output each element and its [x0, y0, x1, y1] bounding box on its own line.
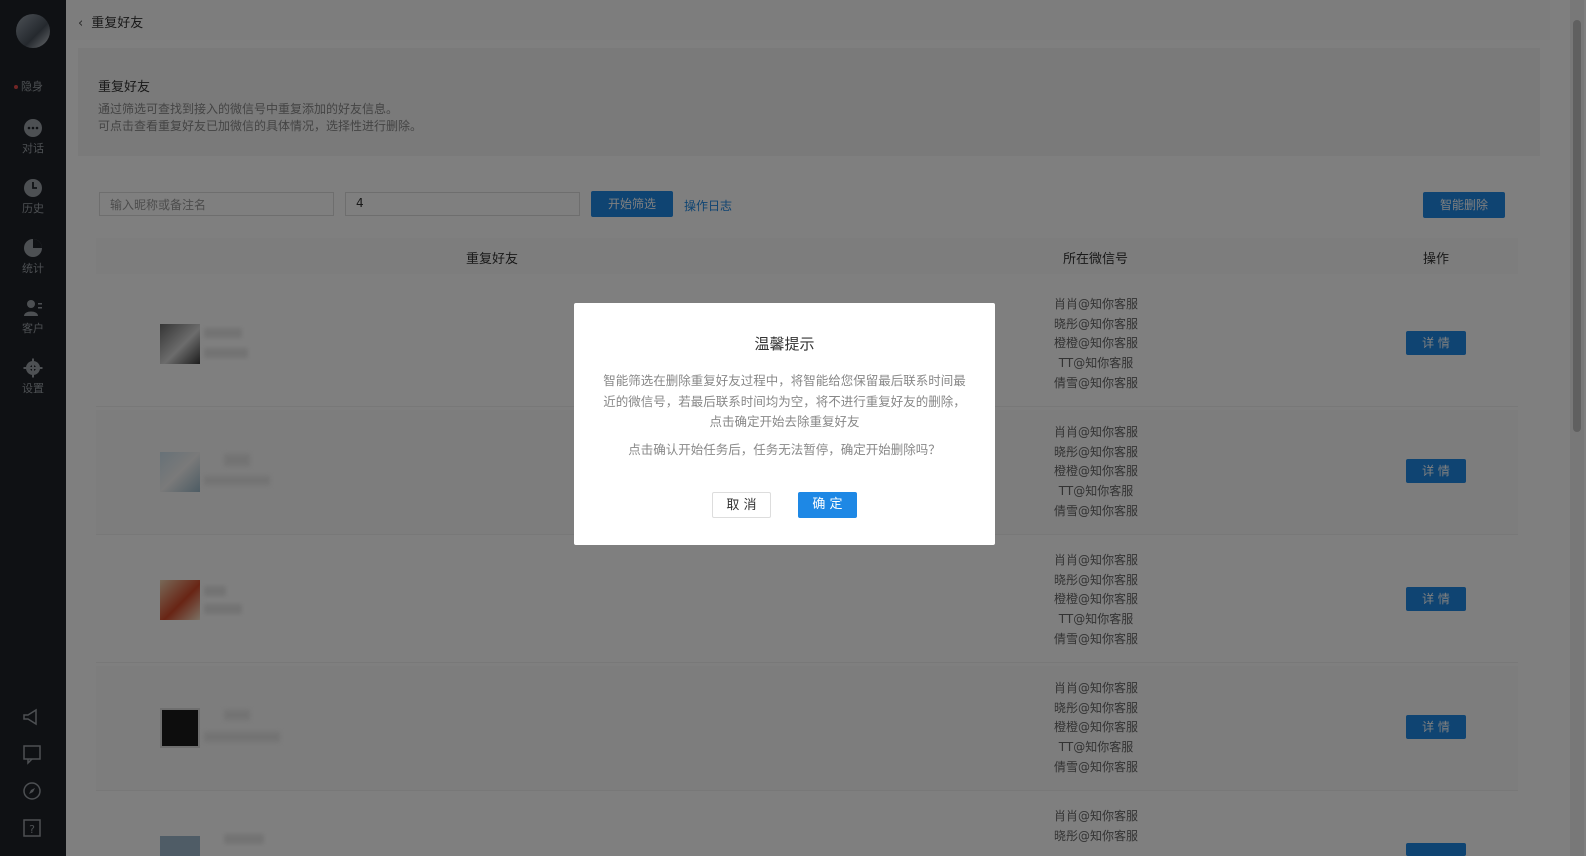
confirm-button[interactable]: 确 定: [798, 492, 857, 518]
cancel-button[interactable]: 取 消: [712, 492, 771, 518]
dialog-warning: 点击确认开始任务后，任务无法暂停，确定开始删除吗？: [628, 442, 941, 457]
confirm-dialog: 温馨提示 智能筛选在删除重复好友过程中，将智能给您保留最后联系时间最近的微信号，…: [574, 303, 995, 545]
dialog-message: 智能筛选在删除重复好友过程中，将智能给您保留最后联系时间最近的微信号，若最后联系…: [603, 373, 966, 429]
dialog-title: 温馨提示: [754, 335, 815, 353]
